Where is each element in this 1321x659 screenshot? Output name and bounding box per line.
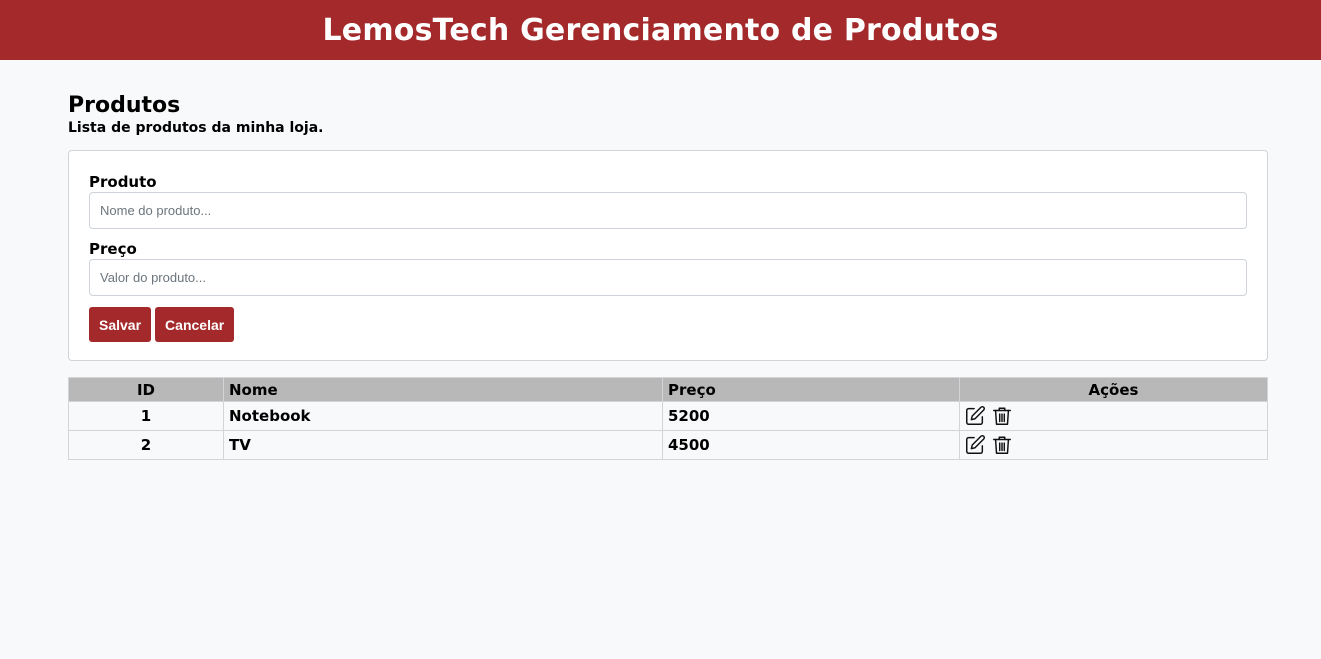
row-actions	[959, 430, 1268, 460]
table-header-row: ID Nome Preço Ações	[68, 377, 1268, 402]
column-header-nome: Nome	[223, 377, 663, 402]
main-content: Produtos Lista de produtos da minha loja…	[68, 93, 1268, 460]
row-preco: 5200	[662, 401, 960, 431]
row-preco: 4500	[662, 430, 960, 460]
column-header-preco: Preço	[662, 377, 960, 402]
product-name-input[interactable]	[89, 192, 1247, 229]
edit-icon[interactable]	[964, 434, 986, 456]
trash-icon[interactable]	[991, 434, 1013, 456]
row-id: 2	[68, 430, 224, 460]
app-title: LemosTech Gerenciamento de Produtos	[322, 12, 999, 48]
table-row: 2 TV 4500	[68, 430, 1268, 460]
table-row: 1 Notebook 5200	[68, 401, 1268, 431]
edit-icon[interactable]	[964, 405, 986, 427]
product-price-input[interactable]	[89, 259, 1247, 296]
products-table: ID Nome Preço Ações 1 Notebook 5200 2 TV…	[68, 377, 1268, 460]
cancel-button[interactable]: Cancelar	[155, 307, 235, 342]
page-subtitle: Lista de produtos da minha loja.	[68, 120, 324, 136]
row-actions	[959, 401, 1268, 431]
row-nome: Notebook	[223, 401, 663, 431]
product-label: Produto	[89, 173, 157, 191]
page-title: Produtos	[68, 93, 181, 118]
app-header: LemosTech Gerenciamento de Produtos	[0, 0, 1321, 60]
save-button[interactable]: Salvar	[89, 307, 152, 342]
row-nome: TV	[223, 430, 663, 460]
product-form: Produto Preço Salvar Cancelar	[68, 150, 1268, 361]
column-header-id: ID	[68, 377, 224, 402]
column-header-acoes: Ações	[959, 377, 1268, 402]
row-id: 1	[68, 401, 224, 431]
trash-icon[interactable]	[991, 405, 1013, 427]
price-label: Preço	[89, 240, 137, 258]
form-actions: Salvar Cancelar	[89, 307, 1247, 342]
